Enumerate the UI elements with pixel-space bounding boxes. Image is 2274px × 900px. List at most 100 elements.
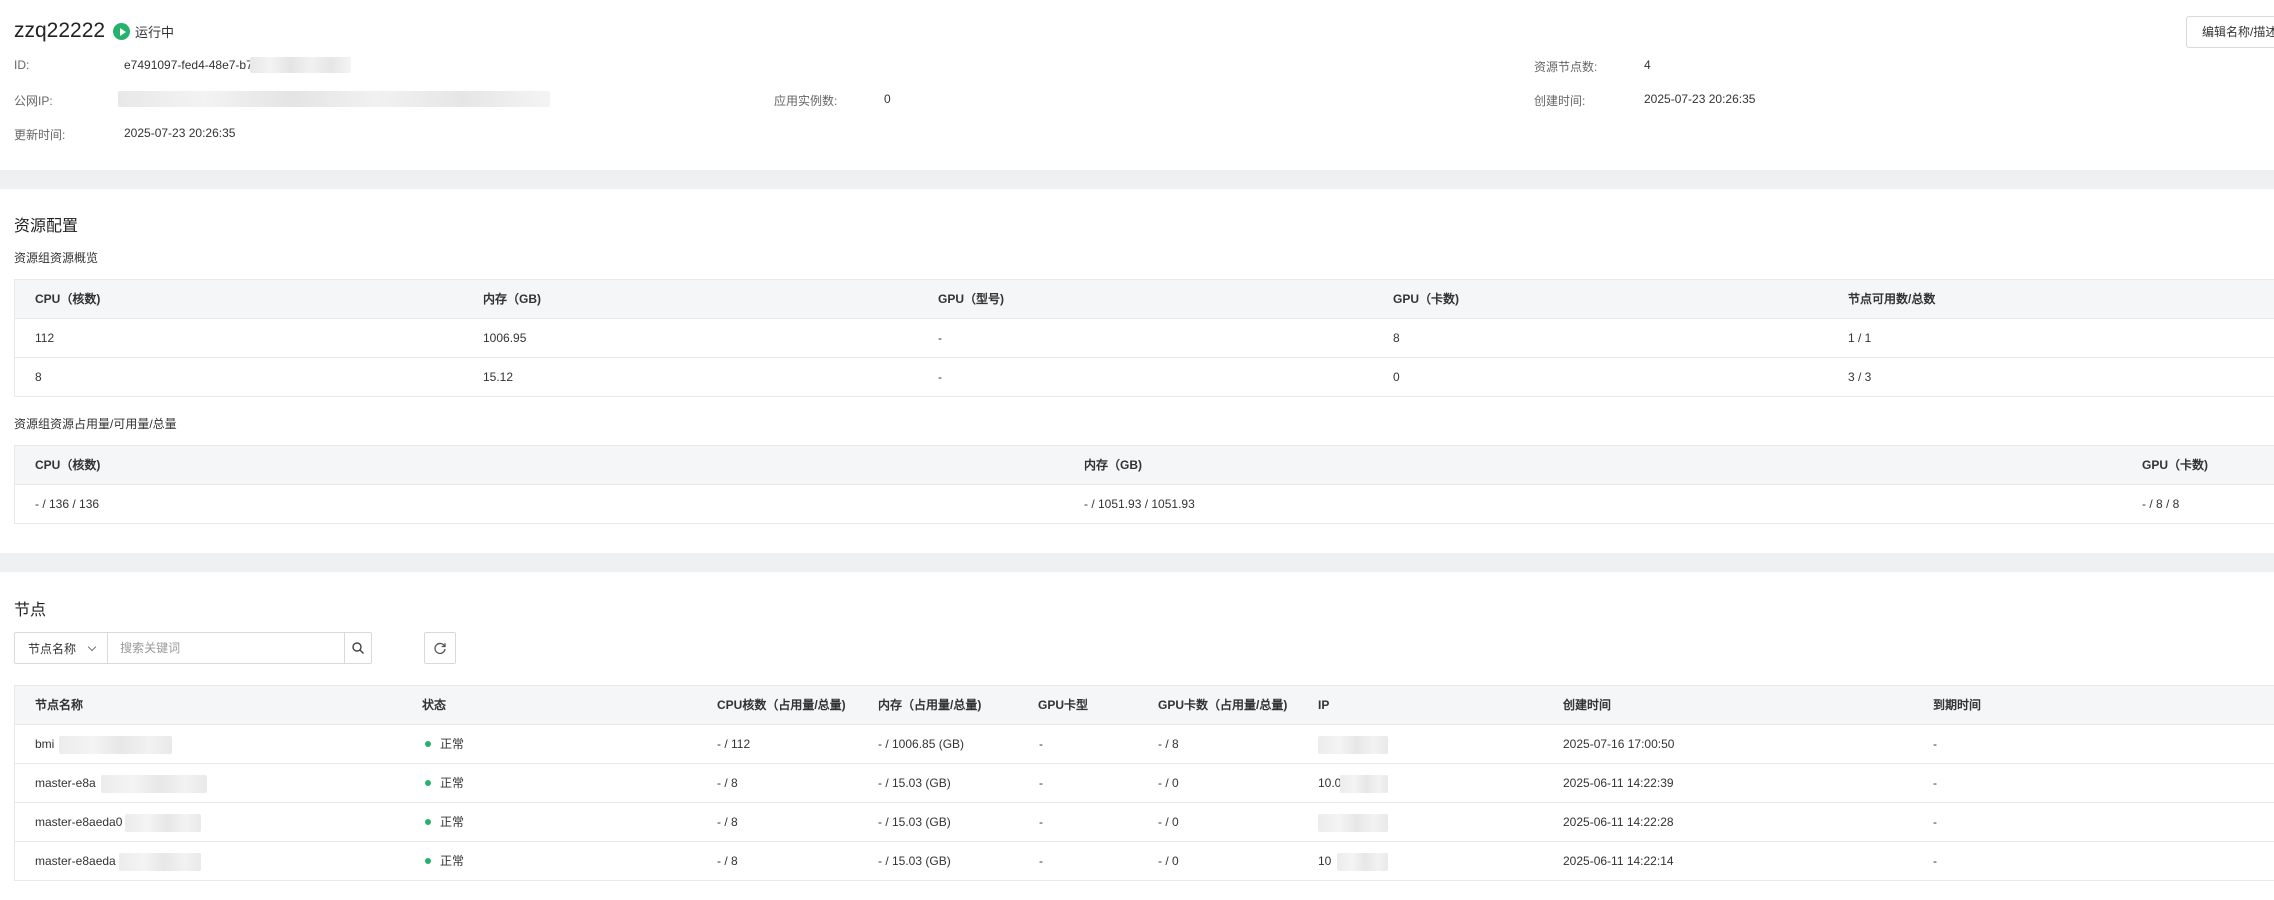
table-cell: - / 136 / 136 bbox=[35, 497, 100, 511]
col-header: CPU（核数) bbox=[35, 458, 101, 472]
table-cell: - / 1051.93 / 1051.93 bbox=[1084, 497, 1195, 511]
redacted-mask bbox=[59, 736, 172, 754]
table-row[interactable]: master-e8aeda0 正常 - / 8 - / 15.03 (GB) -… bbox=[15, 803, 2274, 842]
node-name[interactable]: master-e8aeda bbox=[35, 842, 116, 881]
status-dot-icon bbox=[425, 818, 431, 825]
redacted-mask bbox=[101, 775, 207, 793]
resource-group-header: zzq22222 运行中 编辑名称/描述 ID: e7491097-fed4-4… bbox=[0, 0, 2274, 170]
section-divider bbox=[0, 170, 2274, 189]
search-icon bbox=[352, 642, 364, 654]
table-cell: 2025-06-11 14:22:28 bbox=[1563, 815, 1674, 829]
update-time-value: 2025-07-23 20:26:35 bbox=[124, 126, 236, 140]
redacted-mask bbox=[1318, 814, 1388, 832]
col-header: CPU核数（占用量/总量) bbox=[717, 698, 846, 712]
table-row[interactable]: master-e8a 正常 - / 8 - / 15.03 (GB) - - /… bbox=[15, 764, 2274, 803]
overview-subtitle: 资源组资源概览 bbox=[14, 251, 99, 265]
public-ip-label: 公网IP: bbox=[14, 94, 53, 108]
table-row: - / 136 / 136 - / 1051.93 / 1051.93 - / … bbox=[15, 485, 2274, 524]
table-cell: 1 / 1 bbox=[1848, 331, 1872, 345]
status-text: 正常 bbox=[440, 737, 465, 751]
col-header: GPU卡数（占用量/总量) bbox=[1158, 698, 1288, 712]
col-header: GPU（型号) bbox=[938, 292, 1005, 306]
node-search-group: 节点名称 bbox=[14, 632, 372, 664]
table-cell: 2025-06-11 14:22:39 bbox=[1563, 776, 1674, 790]
table-cell: - / 0 bbox=[1158, 776, 1179, 790]
table-cell: 0 bbox=[1393, 370, 1400, 384]
play-circle-icon bbox=[113, 23, 130, 40]
node-name[interactable]: master-e8aeda0 bbox=[35, 803, 122, 842]
resources-section-title: 资源配置 bbox=[14, 218, 79, 235]
status-cell: 正常 bbox=[425, 803, 464, 842]
nodes-section-title: 节点 bbox=[14, 602, 47, 619]
col-header: GPU（卡数) bbox=[1393, 292, 1460, 306]
col-header: 节点名称 bbox=[35, 698, 84, 712]
table-cell: - / 8 bbox=[717, 854, 738, 868]
table-cell: 3 / 3 bbox=[1848, 370, 1872, 384]
redacted-mask bbox=[250, 57, 351, 73]
col-header: 节点可用数/总数 bbox=[1848, 292, 1936, 306]
table-cell: - / 0 bbox=[1158, 815, 1179, 829]
table-cell: 8 bbox=[1393, 331, 1400, 345]
refresh-icon bbox=[434, 642, 446, 655]
table-row: 8 15.12 - 0 3 / 3 bbox=[15, 358, 2274, 397]
redacted-mask bbox=[118, 91, 550, 107]
resource-nodes-label: 资源节点数: bbox=[1534, 60, 1598, 74]
status-text: 正常 bbox=[440, 815, 465, 829]
usage-table: CPU（核数) 内存（GB) GPU（卡数) - / 136 / 136 - /… bbox=[14, 445, 2274, 524]
node-name[interactable]: master-e8a bbox=[35, 764, 96, 803]
col-header: 内存（GB) bbox=[483, 292, 541, 306]
table-row[interactable]: master-e8aeda 正常 - / 8 - / 15.03 (GB) - … bbox=[15, 842, 2274, 881]
edit-name-description-button[interactable]: 编辑名称/描述 bbox=[2186, 16, 2274, 48]
redacted-mask bbox=[125, 814, 201, 832]
status-dot-icon bbox=[425, 740, 431, 747]
table-cell: - / 0 bbox=[1158, 854, 1179, 868]
col-header: 内存（占用量/总量) bbox=[878, 698, 982, 712]
redacted-mask bbox=[1340, 775, 1388, 793]
ip-cell: 10 bbox=[1318, 854, 1332, 868]
status-text: 正常 bbox=[440, 854, 465, 868]
status-cell: 正常 bbox=[425, 842, 464, 881]
refresh-button[interactable] bbox=[424, 632, 456, 664]
col-header: 到期时间 bbox=[1933, 698, 1982, 712]
redacted-mask bbox=[119, 853, 201, 871]
status-dot-icon bbox=[425, 779, 431, 786]
table-cell: - / 8 bbox=[717, 815, 738, 829]
table-cell: - / 8 bbox=[1158, 737, 1179, 751]
table-cell: - / 112 bbox=[717, 737, 751, 751]
filter-field-label: 节点名称 bbox=[28, 641, 77, 656]
table-cell: - / 15.03 (GB) bbox=[878, 815, 951, 829]
table-cell: 112 bbox=[35, 331, 55, 345]
status-dot-icon bbox=[425, 857, 431, 864]
table-cell: - / 8 / 8 bbox=[2142, 497, 2180, 511]
table-cell: - bbox=[1933, 776, 1937, 790]
col-header: 状态 bbox=[422, 698, 447, 712]
status-cell: 正常 bbox=[425, 725, 464, 764]
page-title: zzq22222 bbox=[14, 19, 106, 42]
id-value: e7491097-fed4-48e7-b7 bbox=[124, 58, 253, 72]
table-row[interactable]: bmi 正常 - / 112 - / 1006.85 (GB) - - / 8 … bbox=[15, 725, 2274, 764]
app-instances-label: 应用实例数: bbox=[774, 94, 838, 108]
table-cell: - bbox=[1933, 854, 1937, 868]
update-time-label: 更新时间: bbox=[14, 128, 66, 142]
table-cell: 2025-07-16 17:00:50 bbox=[1563, 737, 1675, 751]
created-time-value: 2025-07-23 20:26:35 bbox=[1644, 92, 1756, 106]
table-header-row: CPU（核数) 内存（GB) GPU（卡数) bbox=[15, 446, 2274, 485]
search-button[interactable] bbox=[343, 633, 371, 663]
table-header-row: 节点名称 状态 CPU核数（占用量/总量) 内存（占用量/总量) GPU卡型 G… bbox=[15, 686, 2274, 725]
table-cell: - bbox=[1933, 737, 1937, 751]
table-cell: - bbox=[938, 331, 942, 345]
table-cell: - / 8 bbox=[717, 776, 738, 790]
search-input[interactable] bbox=[108, 633, 344, 663]
redacted-mask bbox=[1337, 853, 1388, 871]
overview-table: CPU（核数) 内存（GB) GPU（型号) GPU（卡数) 节点可用数/总数 … bbox=[14, 279, 2274, 397]
resource-nodes-value: 4 bbox=[1644, 58, 1651, 72]
status-cell: 正常 bbox=[425, 764, 464, 803]
chevron-down-icon bbox=[87, 642, 97, 652]
table-cell: - bbox=[938, 370, 942, 384]
table-cell: - bbox=[1933, 815, 1937, 829]
filter-field-select[interactable]: 节点名称 bbox=[15, 633, 109, 663]
node-name[interactable]: bmi bbox=[35, 725, 54, 764]
table-cell: 2025-06-11 14:22:14 bbox=[1563, 854, 1674, 868]
section-divider bbox=[0, 553, 2274, 572]
table-cell: - bbox=[1039, 854, 1043, 868]
